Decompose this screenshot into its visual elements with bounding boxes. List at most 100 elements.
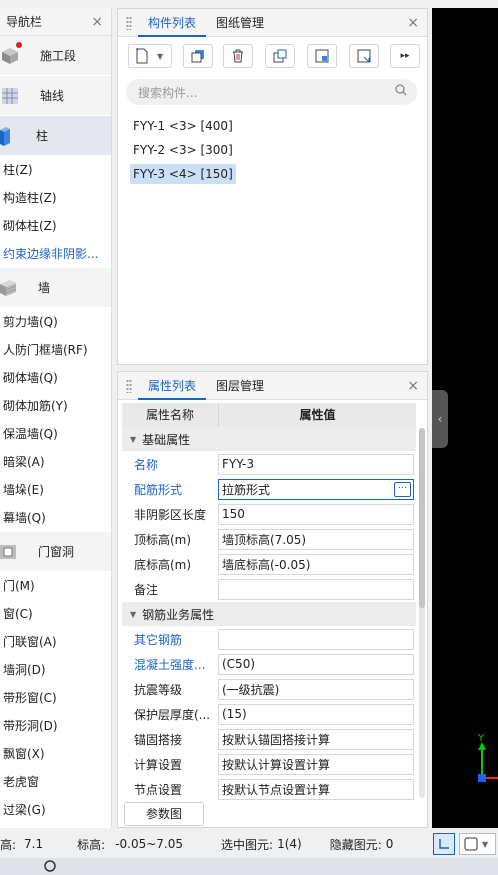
nav-item-strip-opening[interactable]: 带形洞(D): [0, 712, 111, 740]
nav-item-door-window[interactable]: 门联窗(A): [0, 628, 111, 656]
property-value-input[interactable]: (一级抗震): [218, 678, 414, 700]
copy-component-button[interactable]: [183, 44, 213, 68]
group-basic-properties[interactable]: ▼ 基础属性: [122, 427, 416, 452]
taskbar-search-icon[interactable]: [44, 859, 58, 875]
status-range-value: -0.05~7.05: [115, 837, 184, 851]
drag-grip-icon[interactable]: [126, 378, 132, 393]
tab-property-list[interactable]: 属性列表: [138, 372, 207, 400]
property-value-input[interactable]: 墙顶标高(7.05): [218, 528, 414, 550]
property-value-input[interactable]: 拉筋形式 ···: [218, 478, 414, 500]
export-component-button[interactable]: [349, 44, 379, 68]
nav-item-strip-window[interactable]: 带形窗(C): [0, 684, 111, 712]
tab-layer-management[interactable]: 图层管理: [206, 372, 274, 400]
property-value-input[interactable]: 按默认锚固搭接计算: [218, 728, 414, 750]
search-input[interactable]: 搜索构件...: [126, 79, 417, 105]
nav-category-axis[interactable]: 轴线: [0, 76, 111, 116]
tab-component-list[interactable]: 构件列表: [138, 9, 207, 37]
nav-item-dormer-window[interactable]: 老虎窗: [0, 768, 111, 796]
property-row-node-settings: 节点设置 按默认节点设置计算: [122, 777, 416, 802]
nav-item-shear-wall[interactable]: 剪力墙(Q): [0, 308, 111, 336]
layer-copy-button[interactable]: [265, 44, 295, 68]
property-name: 顶标高(m): [134, 532, 192, 547]
property-value-input[interactable]: 150: [218, 503, 414, 525]
nav-item-curtain-wall[interactable]: 幕墙(Q): [0, 504, 111, 532]
nav-item-column[interactable]: 柱(Z): [0, 156, 111, 184]
delete-component-button[interactable]: [223, 44, 253, 68]
status-elevation-label: 高:: [0, 837, 17, 852]
collapse-triangle-icon[interactable]: ▼: [130, 435, 136, 444]
corner-icon: [439, 839, 449, 849]
nav-item-window[interactable]: 窗(C): [0, 600, 111, 628]
property-row-reinforcement-form: 配筋形式 拉筋形式 ···: [122, 477, 416, 502]
nav-item-civil-defense-door-wall[interactable]: 人防门框墙(RF): [0, 336, 111, 364]
tab-drawing-management[interactable]: 图纸管理: [206, 9, 274, 37]
component-item-fyy-1[interactable]: FYY-1 <3> [400]: [130, 116, 236, 136]
property-panel-close-icon[interactable]: ×: [407, 378, 419, 394]
nav-category-wall[interactable]: 墙: [0, 268, 111, 308]
group-rebar-properties[interactable]: ▼ 钢筋业务属性: [122, 602, 416, 627]
scrollbar-thumb[interactable]: [419, 428, 425, 608]
nav-item-wall-pier[interactable]: 墙垛(E): [0, 476, 111, 504]
nav-item-wall-opening[interactable]: 墙洞(D): [0, 656, 111, 684]
nav-category-label: 柱: [36, 129, 49, 143]
drag-grip-icon[interactable]: [126, 15, 132, 30]
component-panel-tabbar: 构件列表 图纸管理 ×: [118, 9, 427, 37]
component-panel-close-icon[interactable]: ×: [407, 15, 419, 31]
panel-collapse-handle[interactable]: ‹: [432, 390, 448, 448]
property-name: 锚固搭接: [134, 732, 183, 747]
select-mode-dropdown[interactable]: ▼: [459, 833, 496, 855]
ellipsis-button[interactable]: ···: [394, 481, 411, 497]
nav-category-door-window-opening[interactable]: 门窗洞: [0, 532, 111, 572]
status-range-label: 标高:: [77, 837, 106, 852]
new-component-button[interactable]: ▼: [128, 44, 172, 68]
status-selected-value: 1(4): [277, 837, 302, 851]
property-row-seismic-grade: 抗震等级 (一级抗震): [122, 677, 416, 702]
new-file-icon: [136, 48, 148, 64]
nav-close-icon[interactable]: ×: [91, 14, 103, 30]
nav-item-hidden-beam[interactable]: 暗梁(A): [0, 448, 111, 476]
group-label: 钢筋业务属性: [142, 607, 215, 622]
component-item-fyy-2[interactable]: FYY-2 <3> [300]: [130, 140, 236, 160]
property-value-input[interactable]: 按默认计算设置计算: [218, 753, 414, 775]
parameter-diagram-button[interactable]: 参数图: [124, 802, 204, 826]
copy-icon: [191, 50, 204, 63]
nav-item-masonry-reinforcement[interactable]: 砌体加筋(Y): [0, 392, 111, 420]
column-icon: [0, 126, 16, 146]
cube-icon: [0, 41, 22, 66]
nav-item-lintel[interactable]: 过梁(G): [0, 796, 111, 824]
search-icon[interactable]: [395, 84, 407, 99]
export-icon: [357, 49, 371, 63]
nav-item-masonry-wall[interactable]: 砌体墙(Q): [0, 364, 111, 392]
nav-category-construction-section[interactable]: 施工段: [0, 36, 111, 76]
property-row-concrete-strength: 混凝土强度... (C50): [122, 652, 416, 677]
grid-icon: [0, 86, 20, 106]
property-value-input[interactable]: FYY-3: [218, 453, 414, 475]
property-value-input[interactable]: 按默认节点设置计算: [218, 778, 414, 800]
property-row-top-elevation: 顶标高(m) 墙顶标高(7.05): [122, 527, 416, 552]
property-name: 名称: [134, 457, 159, 472]
property-name: 备注: [134, 582, 159, 597]
notification-dot-icon: [16, 41, 22, 48]
property-value-input[interactable]: (15): [218, 703, 414, 725]
property-scrollbar[interactable]: [419, 428, 425, 798]
nav-item-constructional-column[interactable]: 构造柱(Z): [0, 184, 111, 212]
nav-category-label: 施工段: [40, 49, 77, 63]
nav-item-constraint-edge[interactable]: 约束边缘非阴影...: [0, 240, 111, 268]
property-row-calc-settings: 计算设置 按默认计算设置计算: [122, 752, 416, 777]
nav-item-masonry-column[interactable]: 砌体柱(Z): [0, 212, 111, 240]
import-component-button[interactable]: [307, 44, 337, 68]
select-box-icon: [464, 837, 478, 851]
nav-category-column[interactable]: 柱: [0, 116, 111, 156]
property-value-input[interactable]: (C50): [218, 653, 414, 675]
nav-item-insulation-wall[interactable]: 保温墙(Q): [0, 420, 111, 448]
collapse-triangle-icon[interactable]: ▼: [130, 610, 136, 619]
nav-item-bay-window[interactable]: 飘窗(X): [0, 740, 111, 768]
property-value-input[interactable]: [218, 628, 414, 650]
property-value-input[interactable]: 墙底标高(-0.05): [218, 553, 414, 575]
component-item-fyy-3[interactable]: FYY-3 <4> [150]: [130, 164, 236, 184]
orthogonal-toggle-button[interactable]: [433, 833, 455, 855]
more-tools-button[interactable]: ▸▸: [390, 44, 420, 68]
property-value-input[interactable]: [218, 578, 414, 600]
status-hidden-value: 0: [385, 837, 394, 851]
nav-item-door[interactable]: 门(M): [0, 572, 111, 600]
